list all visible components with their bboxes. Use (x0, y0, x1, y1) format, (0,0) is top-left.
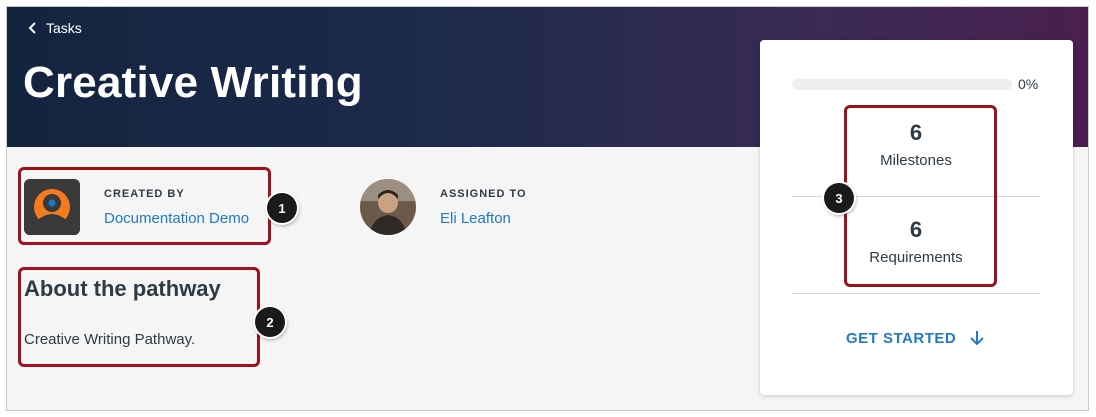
callout-box-1 (18, 167, 271, 245)
progress-percent: 0% (1018, 76, 1039, 92)
assignee-name-link[interactable]: Eli Leafton (440, 210, 527, 227)
page-title: Creative Writing (23, 58, 363, 107)
back-to-tasks-link[interactable]: Tasks (28, 20, 82, 36)
assigned-to-section: ASSIGNED TO Eli Leafton (360, 179, 527, 235)
progress-bar (792, 79, 1012, 90)
arrow-down-icon (970, 331, 984, 346)
get-started-button[interactable]: GET STARTED (846, 329, 986, 347)
get-started-label: GET STARTED (846, 329, 957, 347)
chevron-left-icon (28, 22, 36, 34)
callout-box-2 (18, 267, 260, 367)
callout-number-1: 1 (267, 193, 297, 223)
assigned-to-label: ASSIGNED TO (440, 187, 527, 200)
callout-number-3: 3 (824, 183, 854, 213)
back-link-label: Tasks (46, 20, 82, 36)
stats-divider (792, 293, 1040, 294)
callout-box-3 (844, 105, 997, 287)
callout-number-2: 2 (255, 307, 285, 337)
user-avatar-photo (360, 179, 416, 235)
